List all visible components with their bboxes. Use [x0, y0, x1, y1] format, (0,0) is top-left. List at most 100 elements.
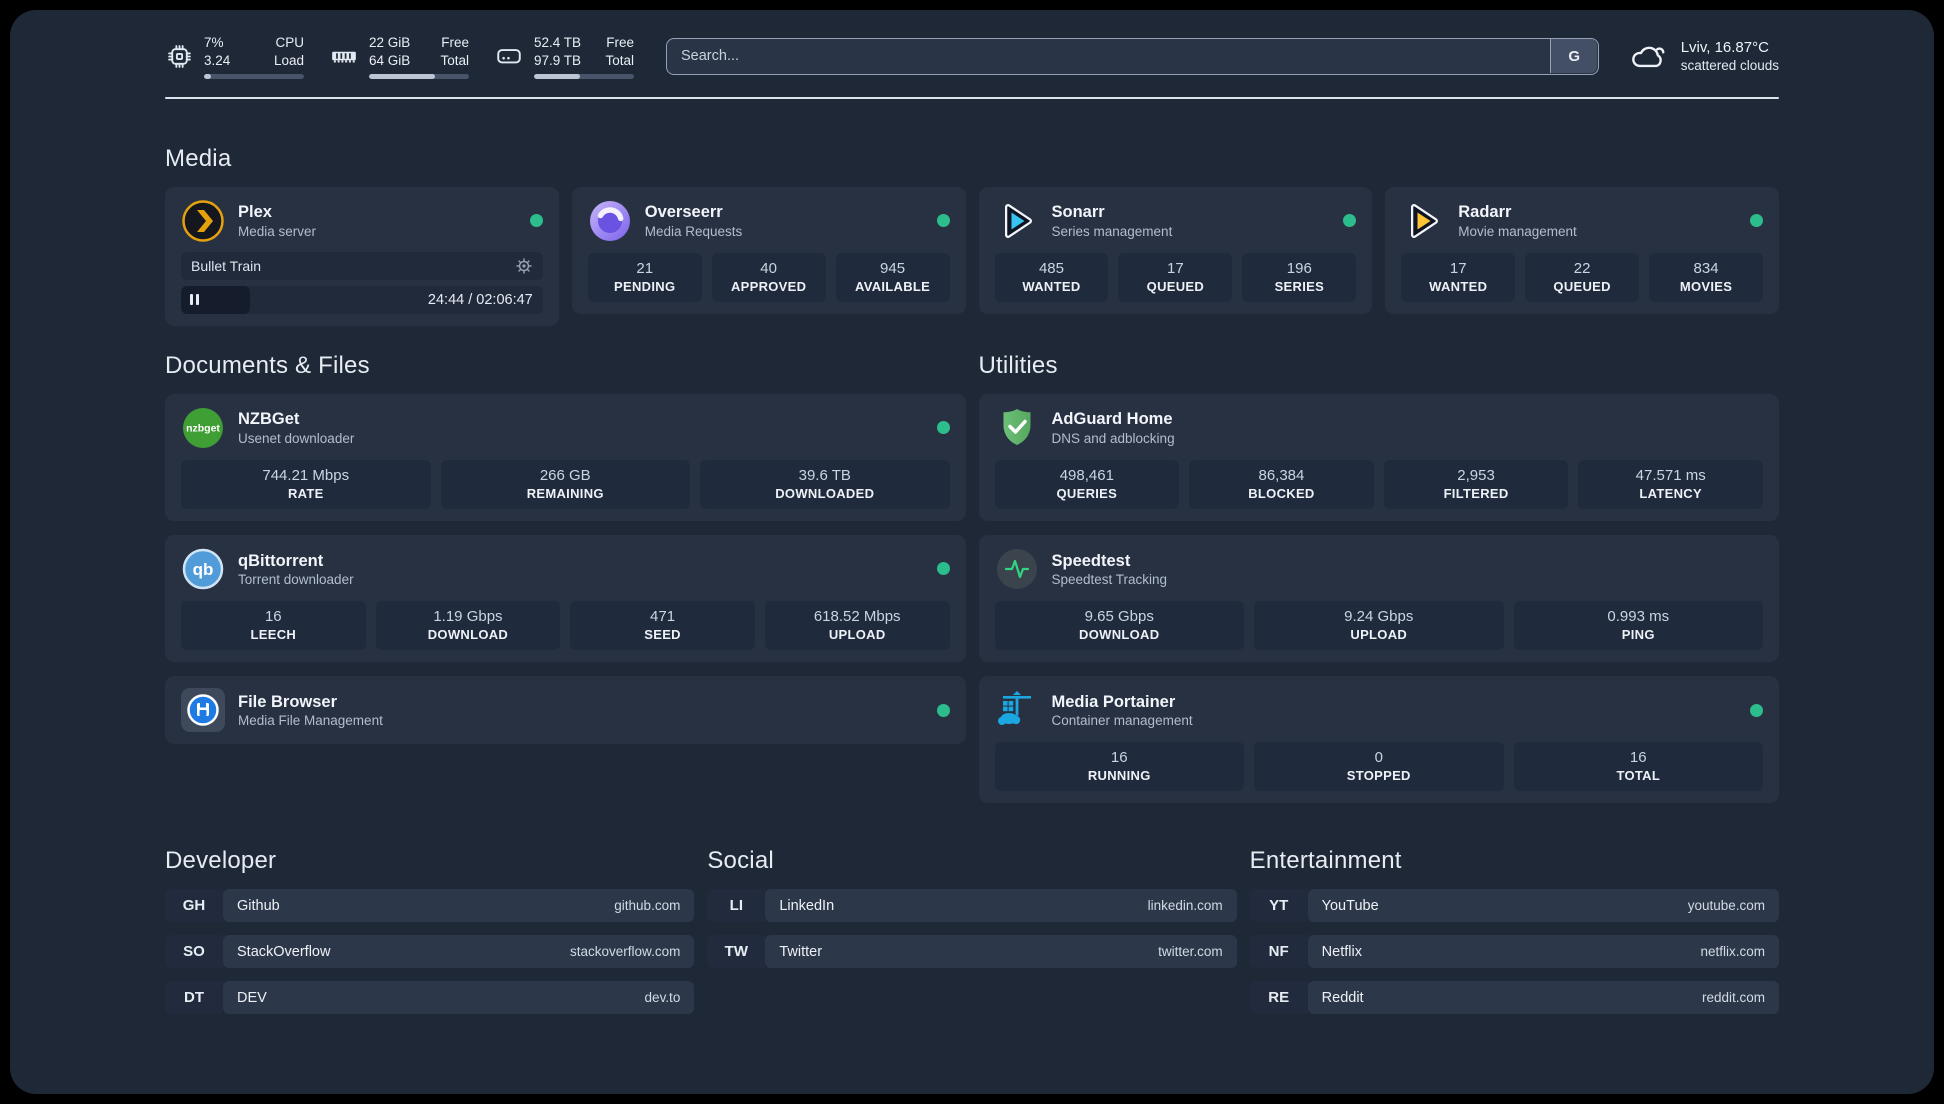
link-url: youtube.com [1687, 898, 1765, 914]
plex-icon [181, 199, 225, 243]
cloud-icon [1629, 41, 1669, 72]
link-url: netflix.com [1700, 944, 1765, 960]
link-url: dev.to [644, 990, 681, 1006]
stat-box: 21 PENDING [587, 252, 702, 302]
weather-condition: scattered clouds [1680, 58, 1779, 74]
section-developer: Developer GH Github github.com SO StackO… [165, 847, 695, 1015]
app-subtitle: Speedtest Tracking [1051, 572, 1168, 588]
link-abbr: GH [165, 889, 223, 923]
app-subtitle: Media File Management [238, 713, 383, 729]
app-name: Overseerr [644, 203, 723, 222]
status-online-dot [936, 421, 950, 435]
cpu-label-bottom: Load [273, 52, 304, 68]
app-name: File Browser [238, 692, 338, 711]
memory-stat: 22 GiB 64 GiB Free Total [330, 34, 469, 79]
section-title-entertainment: Entertainment [1249, 847, 1402, 875]
cpu-progress-bar [204, 74, 304, 79]
sonarr-icon [995, 199, 1039, 243]
playback-progress-bar: 24:44 / 02:06:47 [181, 285, 543, 314]
app-subtitle: Usenet downloader [238, 430, 355, 446]
cpu-percent: 7% [204, 35, 224, 50]
section-documents: Documents & Files nzbget NZBGet Usenet d… [165, 352, 966, 745]
link-row-youtube[interactable]: YT YouTube youtube.com [1249, 889, 1779, 923]
status-online-dot [1750, 703, 1763, 717]
stat-box: 485 WANTED [994, 252, 1109, 302]
link-row-netflix[interactable]: NF Netflix netflix.com [1249, 935, 1779, 969]
link-row-dev[interactable]: DT DEV dev.to [165, 981, 695, 1015]
stat-box: 17 QUEUED [1118, 252, 1233, 302]
link-row-github[interactable]: GH Github github.com [165, 889, 695, 923]
pause-icon [190, 294, 199, 306]
link-row-linkedin[interactable]: LI LinkedIn linkedin.com [707, 889, 1237, 923]
svg-text:qb: qb [193, 560, 214, 579]
stat-box: 22 QUEUED [1525, 252, 1640, 302]
app-card-sonarr[interactable]: Sonarr Series management 485 WANTED 17 Q… [978, 186, 1373, 314]
status-online-dot [1750, 214, 1763, 228]
link-name: YouTube [1321, 897, 1379, 914]
app-card-nzbget[interactable]: nzbget NZBGet Usenet downloader 744.21 M… [165, 393, 966, 521]
app-subtitle: Container management [1051, 713, 1193, 729]
link-abbr: RE [1249, 981, 1308, 1015]
section-title-media: Media [165, 144, 232, 172]
cpu-label-top: CPU [275, 35, 304, 50]
app-card-adguard[interactable]: AdGuard Home DNS and adblocking 498,461 … [978, 393, 1779, 521]
app-card-qbittorrent[interactable]: qb qBittorrent Torrent downloader 16 LEE… [165, 534, 966, 663]
stat-box: 47.571 ms LATENCY [1578, 459, 1763, 509]
stat-box: 266 GB REMAINING [440, 459, 690, 509]
disk-stat: 52.4 TB 97.9 TB Free Total [495, 34, 634, 79]
app-name: Radarr [1458, 203, 1512, 222]
section-title-developer: Developer [165, 847, 277, 875]
status-online-dot [529, 214, 543, 228]
link-name: LinkedIn [779, 897, 835, 914]
link-abbr: TW [707, 935, 766, 969]
gear-icon[interactable] [515, 257, 533, 275]
stat-box: 0 STOPPED [1254, 742, 1504, 792]
stat-box: 16 RUNNING [994, 742, 1244, 792]
link-url: reddit.com [1701, 990, 1765, 1006]
stat-box: 17 WANTED [1401, 252, 1516, 302]
app-card-radarr[interactable]: Radarr Movie management 17 WANTED 22 QUE… [1385, 186, 1779, 314]
disk-progress-fill [534, 74, 580, 79]
app-card-portainer[interactable]: Media Portainer Container management 16 … [978, 676, 1779, 804]
link-abbr: NF [1249, 935, 1308, 969]
link-url: stackoverflow.com [570, 944, 681, 960]
disk-label-bottom: Total [605, 52, 634, 68]
memory-label-bottom: Total [440, 52, 469, 68]
app-name: Media Portainer [1051, 692, 1176, 711]
link-url: twitter.com [1158, 944, 1223, 960]
status-online-dot [936, 214, 950, 228]
stat-box: 9.65 Gbps DOWNLOAD [994, 600, 1244, 651]
search-bar: G [666, 37, 1599, 75]
link-url: github.com [614, 898, 681, 914]
search-input[interactable] [666, 37, 1599, 75]
playback-progress-fill [181, 285, 250, 314]
hardware-stats: 7% 3.24 CPU Load 22 GiB 64 GiB Free Tota… [165, 34, 634, 79]
app-subtitle: Media Requests [644, 223, 743, 239]
overseerr-icon [588, 199, 632, 243]
link-abbr: SO [165, 935, 223, 969]
stat-box: 1.19 Gbps DOWNLOAD [375, 600, 561, 651]
stat-box: 9.24 Gbps UPLOAD [1254, 600, 1504, 651]
app-card-overseerr[interactable]: Overseerr Media Requests 21 PENDING 40 A… [571, 186, 966, 314]
app-subtitle: Movie management [1458, 223, 1577, 239]
link-row-stackoverflow[interactable]: SO StackOverflow stackoverflow.com [165, 935, 695, 969]
app-card-speedtest[interactable]: Speedtest Speedtest Tracking 9.65 Gbps D… [978, 534, 1779, 663]
link-row-twitter[interactable]: TW Twitter twitter.com [707, 935, 1237, 969]
app-card-plex[interactable]: Plex Media server Bullet Train 24:44 / 0… [165, 186, 559, 326]
app-name: Plex [238, 203, 272, 222]
disk-icon [495, 42, 523, 70]
memory-total-value: 64 GiB [369, 52, 411, 68]
app-card-filebrowser[interactable]: File Browser Media File Management [165, 676, 966, 745]
stat-box: 744.21 Mbps RATE [181, 459, 431, 509]
disk-progress-bar [534, 74, 634, 79]
section-title-social: Social [707, 847, 774, 875]
section-utilities: Utilities AdGuard Home DNS and adblockin… [978, 352, 1779, 804]
playback-time: 24:44 / 02:06:47 [427, 291, 533, 308]
stat-box: 2,953 FILTERED [1383, 459, 1569, 509]
search-engine-button[interactable]: G [1550, 39, 1598, 74]
plex-now-playing: Bullet Train 24:44 / 02:06:47 [181, 251, 543, 314]
app-name: qBittorrent [238, 551, 324, 570]
link-row-reddit[interactable]: RE Reddit reddit.com [1249, 981, 1779, 1015]
status-online-dot [936, 562, 950, 576]
stat-box: 471 SEED [570, 600, 755, 651]
